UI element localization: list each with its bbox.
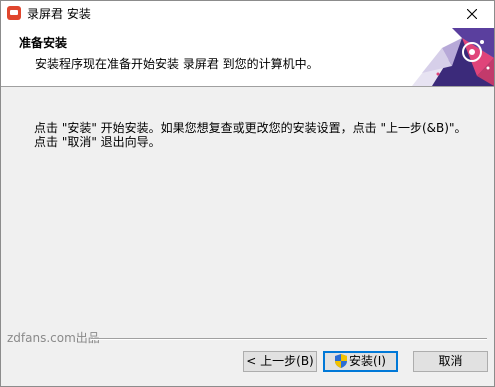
- back-button-label: < 上一步(B): [246, 354, 314, 368]
- title-bar[interactable]: 录屏君 安装: [1, 1, 494, 28]
- installer-window: 录屏君 安装 准备安装 安装程序现在准备开始安装 录屏君 到您的计算机中。 点击…: [0, 0, 495, 387]
- close-icon: [467, 9, 477, 19]
- uac-shield-icon: [335, 354, 348, 368]
- app-icon: [7, 6, 21, 20]
- footer-divider: [91, 338, 487, 340]
- instruction-line-2: 点击 "取消" 退出向导。: [34, 135, 161, 149]
- install-button-label: 安装(I): [349, 354, 386, 368]
- cancel-button-label: 取消: [438, 354, 463, 368]
- page-subtitle: 安装程序现在准备开始安装 录屏君 到您的计算机中。: [35, 57, 319, 71]
- window-title: 录屏君 安装: [27, 7, 91, 21]
- header-logo-graphic: [412, 28, 494, 86]
- close-button[interactable]: [450, 1, 494, 28]
- cancel-button[interactable]: 取消: [413, 351, 488, 372]
- back-button[interactable]: < 上一步(B): [243, 351, 317, 372]
- instruction-line-1: 点击 "安装" 开始安装。如果您想复查或更改您的安装设置，点击 "上一步(&B)…: [34, 121, 467, 135]
- branding-label: zdfans.com出品: [7, 331, 100, 345]
- install-button[interactable]: 安装(I): [323, 351, 398, 372]
- wizard-header: 准备安装 安装程序现在准备开始安装 录屏君 到您的计算机中。: [1, 28, 494, 87]
- page-title: 准备安装: [19, 36, 68, 50]
